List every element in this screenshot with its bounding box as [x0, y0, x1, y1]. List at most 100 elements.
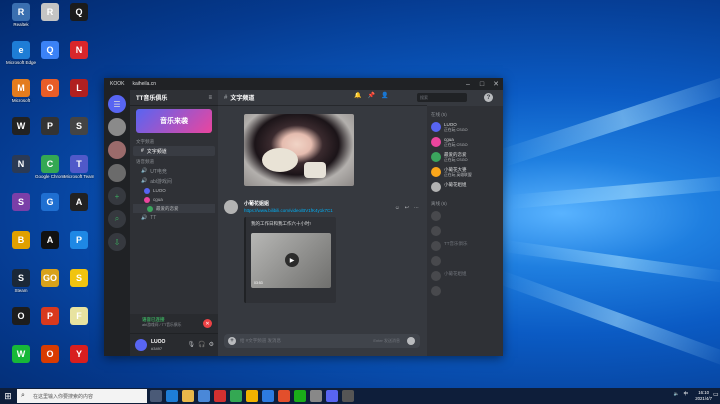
- desktop-shortcut[interactable]: A: [64, 193, 94, 212]
- image-attachment[interactable]: [244, 114, 354, 186]
- member-item[interactable]: [427, 254, 503, 269]
- window-titlebar[interactable]: KOOK kaiheila.cn – □ ✕: [104, 78, 503, 90]
- desktop-shortcut[interactable]: C Google Chrome: [35, 155, 65, 179]
- desktop-shortcut[interactable]: F: [64, 307, 94, 326]
- task-view-icon[interactable]: [150, 390, 162, 402]
- category-voice[interactable]: 语音频道: [130, 156, 218, 166]
- chrome-icon[interactable]: [230, 390, 242, 402]
- clock[interactable]: 16:10 2021/4/7: [695, 390, 712, 402]
- desktop-shortcut[interactable]: O: [6, 307, 36, 326]
- member-item[interactable]: [427, 224, 503, 239]
- desktop-shortcut[interactable]: L: [64, 79, 94, 98]
- explorer-icon[interactable]: [182, 390, 194, 402]
- member-item[interactable]: 小葡花姐姐: [427, 180, 503, 195]
- desktop-shortcut[interactable]: P: [35, 307, 65, 326]
- voice-user[interactable]: LUOO: [130, 186, 218, 195]
- home-icon[interactable]: ☰: [108, 95, 126, 113]
- category-text[interactable]: 文字频道: [130, 136, 218, 146]
- pin-icon[interactable]: 📌: [367, 92, 374, 99]
- channel-text[interactable]: # 文字频道: [133, 146, 215, 156]
- add-server-icon[interactable]: +: [108, 187, 126, 205]
- voice-user[interactable]: 最爱的恋爱: [133, 204, 215, 213]
- app-icon[interactable]: [262, 390, 274, 402]
- embed-title[interactable]: 我的工作日和我工作六十小时!: [246, 217, 336, 231]
- member-item[interactable]: 小葡花姐姐: [427, 269, 503, 284]
- windows-start-icon[interactable]: ⊞: [3, 391, 13, 401]
- input-language[interactable]: 中: [684, 391, 689, 397]
- desktop-shortcut[interactable]: Q: [35, 41, 65, 60]
- maximize-button[interactable]: □: [475, 78, 489, 90]
- desktop-shortcut[interactable]: M Microsoft: [6, 79, 36, 103]
- desktop-shortcut[interactable]: S: [6, 193, 36, 212]
- menu-icon[interactable]: ≡: [208, 95, 212, 101]
- member-item[interactable]: 最爱的恋爱 正在玩 CSGO: [427, 150, 503, 165]
- taskbar-search[interactable]: ⌕ 在这里输入你要搜索的内容: [17, 389, 147, 403]
- desktop-shortcut[interactable]: G: [35, 193, 65, 212]
- message-input[interactable]: 给 #文字频道 发消息: [240, 338, 281, 344]
- notification-icon[interactable]: ▭: [713, 391, 719, 401]
- desktop-shortcut[interactable]: P: [35, 117, 65, 136]
- emoji-icon[interactable]: ☺: [395, 205, 400, 211]
- member-item[interactable]: 小葡花大婆 正在玩 英雄联盟: [427, 165, 503, 180]
- video-thumbnail[interactable]: ▶ 03:53: [251, 233, 331, 288]
- desktop-shortcut[interactable]: P: [64, 231, 94, 250]
- desktop-shortcut[interactable]: GO: [35, 269, 65, 288]
- store-icon[interactable]: [198, 390, 210, 402]
- desktop-shortcut[interactable]: R: [35, 3, 65, 22]
- play-icon[interactable]: ▶: [285, 253, 299, 267]
- member-item[interactable]: [427, 284, 503, 299]
- gear-icon[interactable]: ⚙: [209, 341, 214, 348]
- desktop-shortcut[interactable]: O: [35, 79, 65, 98]
- voice-user[interactable]: cgua: [130, 195, 218, 204]
- avatar[interactable]: [224, 200, 238, 214]
- app-icon[interactable]: [326, 390, 338, 402]
- desktop-shortcut[interactable]: N: [64, 41, 94, 60]
- message-author[interactable]: 小葡花姐姐: [244, 200, 269, 207]
- server-icon[interactable]: [108, 164, 126, 182]
- download-icon[interactable]: ⇩: [108, 233, 126, 251]
- avatar[interactable]: [135, 339, 147, 351]
- desktop-shortcut[interactable]: e Microsoft Edge: [6, 41, 36, 65]
- app-icon[interactable]: [294, 390, 306, 402]
- app-icon[interactable]: [342, 390, 354, 402]
- member-item[interactable]: LUOO 正在玩 CSGO: [427, 120, 503, 135]
- app-icon[interactable]: [214, 390, 226, 402]
- channel-voice[interactable]: 🔊 TT: [133, 213, 215, 223]
- minimize-button[interactable]: –: [461, 78, 475, 90]
- desktop-shortcut[interactable]: A: [35, 231, 65, 250]
- search-input[interactable]: 搜索: [417, 93, 467, 102]
- desktop-shortcut[interactable]: Y: [64, 345, 94, 364]
- desktop-shortcut[interactable]: T Microsoft Teams: [64, 155, 94, 179]
- channel-voice[interactable]: 🔊 UT电竞: [133, 166, 215, 176]
- emoji-icon[interactable]: [407, 337, 415, 345]
- edge-icon[interactable]: [166, 390, 178, 402]
- member-item[interactable]: cgua 正在玩 CSGO: [427, 135, 503, 150]
- desktop-shortcut[interactable]: R Realtek: [6, 3, 36, 27]
- desktop-shortcut[interactable]: W: [6, 345, 36, 364]
- bell-icon[interactable]: 🔔: [354, 92, 361, 99]
- desktop-shortcut[interactable]: Q: [64, 3, 94, 22]
- app-icon[interactable]: [278, 390, 290, 402]
- channel-voice[interactable]: 🔊 abl游戏间: [133, 176, 215, 186]
- plus-icon[interactable]: +: [228, 337, 236, 345]
- member-item[interactable]: [427, 209, 503, 224]
- member-item[interactable]: TT音乐俱乐: [427, 239, 503, 254]
- desktop-shortcut[interactable]: W: [6, 117, 36, 136]
- desktop-shortcut[interactable]: S Steam: [6, 269, 36, 293]
- members-icon[interactable]: 👤: [381, 92, 388, 99]
- server-icon[interactable]: [108, 118, 126, 136]
- reply-icon[interactable]: ↩: [405, 205, 409, 211]
- explore-icon[interactable]: ⌕: [108, 210, 126, 228]
- app-icon[interactable]: [246, 390, 258, 402]
- desktop-shortcut[interactable]: O: [35, 345, 65, 364]
- headset-icon[interactable]: 🎧: [198, 341, 205, 348]
- app-icon[interactable]: [310, 390, 322, 402]
- message-link[interactable]: https://www.bilibili.com/video/BV1fK4y1k…: [244, 208, 333, 213]
- desktop-shortcut[interactable]: N: [6, 155, 36, 174]
- desktop-shortcut[interactable]: B: [6, 231, 36, 250]
- server-header[interactable]: TT音乐俱乐 ≡: [130, 90, 218, 106]
- close-button[interactable]: ✕: [489, 78, 503, 90]
- mic-icon[interactable]: 🎙: [188, 341, 196, 348]
- server-icon[interactable]: [108, 141, 126, 159]
- desktop-shortcut[interactable]: S: [64, 117, 94, 136]
